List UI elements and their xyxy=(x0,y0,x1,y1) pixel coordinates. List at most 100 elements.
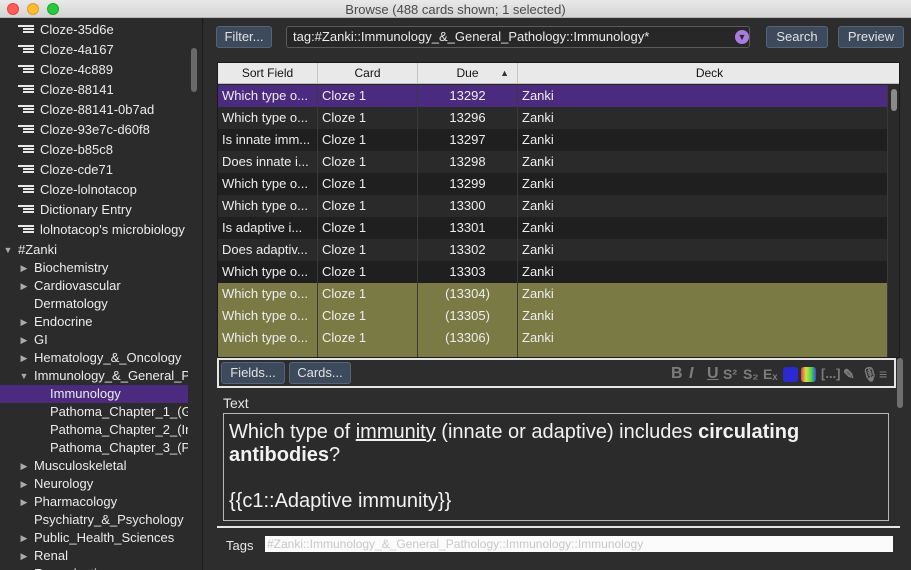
table-row[interactable]: Which type o... Cloze 1 (13304) Zanki xyxy=(218,283,888,305)
subscript-icon[interactable]: S₂ xyxy=(743,366,759,382)
editor-toolbar: Fields... Cards... B I U S² S₂ Eₓ [...] … xyxy=(217,358,896,388)
sidebar-item[interactable]: Cloze-35d6e xyxy=(0,21,188,39)
table-row[interactable]: Is adaptive i... Cloze 1 13301 Zanki xyxy=(218,217,888,239)
table-row[interactable]: Does innate i... Cloze 1 13298 Zanki xyxy=(218,151,888,173)
expand-arrow-icon[interactable]: ▶ xyxy=(19,529,29,547)
expand-arrow-icon[interactable]: ▶ xyxy=(19,565,29,570)
table-row[interactable]: Which type o... Cloze 1 13296 Zanki xyxy=(218,107,888,129)
clear-formatting-icon[interactable]: Eₓ xyxy=(763,366,777,382)
table-scrollbar-thumb[interactable] xyxy=(891,89,897,111)
highlight-color-icon[interactable] xyxy=(801,367,816,382)
sidebar-item[interactable]: ▶ Reproductive xyxy=(0,565,188,570)
bold-icon[interactable]: B xyxy=(671,366,683,382)
sidebar-item[interactable]: Dermatology xyxy=(0,295,188,313)
sidebar-item[interactable]: Cloze-b85c8 xyxy=(0,141,188,159)
sidebar-item-label: Public_Health_Sciences xyxy=(34,530,175,545)
table-row[interactable]: Which type o... Cloze 1 13303 Zanki xyxy=(218,261,888,283)
expand-arrow-icon[interactable]: ▶ xyxy=(19,475,29,493)
attach-icon[interactable]: ✎ xyxy=(843,366,855,382)
table-row[interactable]: Which type o... Cloze 1 (13305) Zanki xyxy=(218,305,888,327)
sidebar-item[interactable]: Immunology xyxy=(0,385,188,403)
table-row[interactable]: Which type o... Cloze 1 13299 Zanki xyxy=(218,173,888,195)
sidebar-item[interactable]: ▶ Renal xyxy=(0,547,188,565)
cloze-icon[interactable]: [...] xyxy=(821,366,841,382)
table-row[interactable]: Which type o... Cloze 1 13292 Zanki xyxy=(218,85,888,107)
table-cell-deck: Zanki xyxy=(518,261,888,283)
sidebar-item-label: #Zanki xyxy=(18,242,58,257)
fields-button[interactable]: Fields... xyxy=(221,362,285,384)
column-header-card[interactable]: Card xyxy=(318,63,418,84)
table-cell-sort-field: Which type o... xyxy=(218,305,318,327)
table-cell-due: (13304) xyxy=(418,283,518,305)
table-row[interactable]: Which type o... Cloze 1 13300 Zanki xyxy=(218,195,888,217)
search-input[interactable]: tag:#Zanki::Immunology_&_General_Patholo… xyxy=(286,26,750,48)
table-scrollbar-track[interactable] xyxy=(888,84,899,357)
table-row[interactable]: Does adaptiv... Cloze 1 13302 Zanki xyxy=(218,239,888,261)
cards-button[interactable]: Cards... xyxy=(289,362,351,384)
editor-scrollbar[interactable] xyxy=(897,358,903,408)
sidebar-item[interactable]: ▶ GI xyxy=(0,331,188,349)
sidebar-item[interactable]: ▶ Musculoskeletal xyxy=(0,457,188,475)
sidebar-item[interactable]: Dictionary Entry xyxy=(0,201,188,219)
underline-icon[interactable]: U xyxy=(707,366,719,382)
table-row[interactable] xyxy=(218,349,888,357)
table-cell-sort-field: Which type o... xyxy=(218,261,318,283)
more-options-icon[interactable]: ≡ xyxy=(879,366,887,382)
sidebar-item[interactable]: ▼ Immunology_&_General_P... xyxy=(0,367,188,385)
table-row[interactable]: Is innate imm... Cloze 1 13297 Zanki xyxy=(218,129,888,151)
sidebar-item[interactable]: Cloze-93e7c-d60f8 xyxy=(0,121,188,139)
expand-arrow-icon[interactable]: ▶ xyxy=(19,313,29,331)
sidebar-item[interactable]: Pathoma_Chapter_3_(Pr... xyxy=(0,439,188,457)
expand-arrow-icon[interactable]: ▶ xyxy=(19,457,29,475)
column-header-due[interactable]: Due ▲ xyxy=(418,63,518,84)
text-field-editor[interactable]: Which type of immunity (innate or adapti… xyxy=(223,413,889,521)
italic-icon[interactable]: I xyxy=(689,366,693,382)
table-cell-card: Cloze 1 xyxy=(318,305,418,327)
sidebar-item[interactable]: Cloze-4a167 xyxy=(0,41,188,59)
note-type-icon xyxy=(18,165,34,176)
note-type-icon xyxy=(18,145,34,156)
filter-button[interactable]: Filter... xyxy=(216,26,272,48)
sidebar-item[interactable]: ▶ Neurology xyxy=(0,475,188,493)
superscript-icon[interactable]: S² xyxy=(723,366,737,382)
text-color-icon[interactable] xyxy=(783,367,798,382)
sidebar-item[interactable]: Cloze-lolnotacop xyxy=(0,181,188,199)
expand-arrow-icon[interactable]: ▶ xyxy=(19,331,29,349)
expand-arrow-icon[interactable]: ▶ xyxy=(19,349,29,367)
collapse-arrow-icon[interactable]: ▼ xyxy=(19,367,29,385)
collapse-arrow-icon[interactable]: ▼ xyxy=(3,241,13,259)
sidebar-item[interactable]: ▶ Cardiovascular xyxy=(0,277,188,295)
search-button[interactable]: Search xyxy=(766,26,828,48)
table-cell-card: Cloze 1 xyxy=(318,129,418,151)
sidebar-item[interactable]: ▶ Pharmacology xyxy=(0,493,188,511)
table-row[interactable]: Which type o... Cloze 1 (13306) Zanki xyxy=(218,327,888,349)
table-cell-deck: Zanki xyxy=(518,129,888,151)
sidebar-item[interactable]: Cloze-88141-0b7ad xyxy=(0,101,188,119)
sidebar-item[interactable]: ▼ #Zanki xyxy=(0,241,188,259)
sidebar-item-label: Pharmacology xyxy=(34,494,118,509)
sidebar-item[interactable]: Psychiatry_&_Psychology xyxy=(0,511,188,529)
sidebar-item[interactable]: Pathoma_Chapter_2_(In... xyxy=(0,421,188,439)
sidebar-item[interactable]: Pathoma_Chapter_1_(Gr... xyxy=(0,403,188,421)
sidebar-item[interactable]: lolnotacop's microbiology xyxy=(0,221,188,239)
sidebar-item[interactable]: Cloze-cde71 xyxy=(0,161,188,179)
record-audio-icon[interactable]: 🎙 xyxy=(861,366,879,382)
sidebar-item[interactable]: Cloze-88141 xyxy=(0,81,188,99)
sidebar-scrollbar[interactable] xyxy=(191,48,197,92)
search-history-icon[interactable]: ▼ xyxy=(735,30,749,44)
sidebar-item[interactable]: ▶ Biochemistry xyxy=(0,259,188,277)
sidebar-item[interactable]: ▶ Public_Health_Sciences xyxy=(0,529,188,547)
sidebar-item[interactable]: ▶ Hematology_&_Oncology xyxy=(0,349,188,367)
expand-arrow-icon[interactable]: ▶ xyxy=(19,493,29,511)
sidebar-item-label: Endocrine xyxy=(34,314,93,329)
tags-input[interactable]: #Zanki::Immunology_&_General_Pathology::… xyxy=(265,536,893,552)
expand-arrow-icon[interactable]: ▶ xyxy=(19,277,29,295)
preview-button[interactable]: Preview xyxy=(838,26,904,48)
expand-arrow-icon[interactable]: ▶ xyxy=(19,259,29,277)
column-header-deck[interactable]: Deck xyxy=(518,63,899,84)
sidebar-item[interactable]: Cloze-4c889 xyxy=(0,61,188,79)
expand-arrow-icon[interactable]: ▶ xyxy=(19,547,29,565)
sidebar-item[interactable]: ▶ Endocrine xyxy=(0,313,188,331)
table-cell-deck: Zanki xyxy=(518,85,888,107)
column-header-sort-field[interactable]: Sort Field xyxy=(218,63,318,84)
